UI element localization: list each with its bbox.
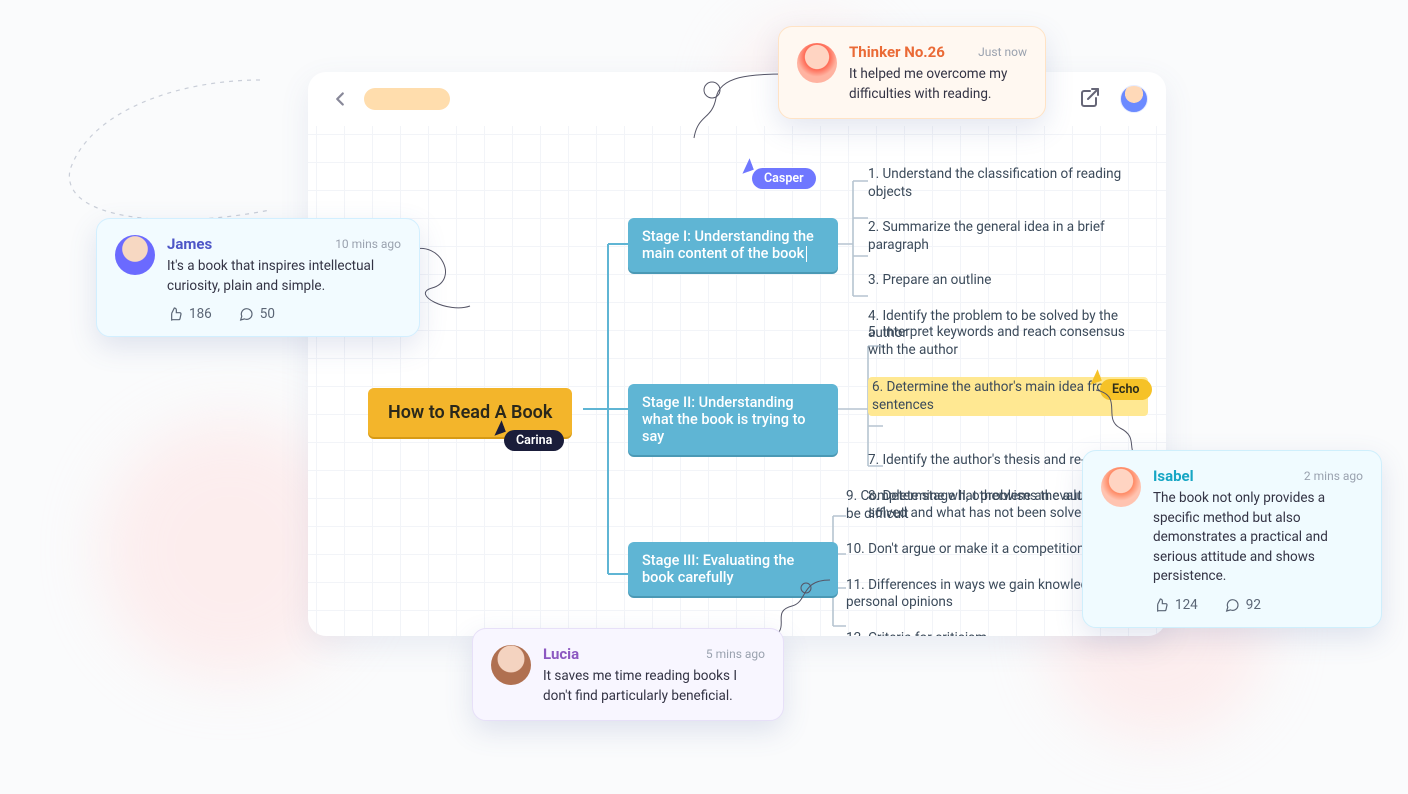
comment-timestamp: 10 mins ago: [335, 237, 401, 251]
avatar-icon: [797, 43, 837, 83]
comment-timestamp: 5 mins ago: [706, 647, 765, 661]
comment-card-isabel[interactable]: Isabel 2 mins ago The book not only prov…: [1082, 450, 1382, 628]
reply-button[interactable]: 50: [238, 306, 275, 322]
comment-author: Isabel: [1153, 467, 1194, 485]
connector-doodle: [690, 68, 790, 148]
comment-text: It helped me overcome my difficulties wi…: [849, 65, 1027, 104]
leaf-item[interactable]: 1. Understand the classification of read…: [868, 166, 1148, 201]
comment-author: Lucia: [543, 645, 579, 663]
leaf-item[interactable]: 2. Summarize the general idea in a brief…: [868, 219, 1148, 254]
back-button[interactable]: [326, 85, 354, 113]
reply-count: 92: [1246, 597, 1261, 613]
avatar-icon: [115, 235, 155, 275]
comment-card-thinker[interactable]: Thinker No.26 Just now It helped me over…: [778, 26, 1046, 119]
reply-count: 50: [260, 306, 275, 322]
comment-timestamp: 2 mins ago: [1304, 469, 1363, 483]
reply-button[interactable]: 92: [1224, 597, 1261, 613]
document-title-placeholder[interactable]: [364, 88, 450, 110]
like-count: 124: [1175, 597, 1198, 613]
like-button[interactable]: 124: [1153, 597, 1198, 613]
leaf-item[interactable]: 12. Criteria for criticism: [846, 630, 1142, 636]
collaborator-cursor-casper: Casper: [752, 168, 816, 189]
leaf-item[interactable]: 5. Interpret keywords and reach consensu…: [868, 324, 1148, 359]
mindmap-canvas[interactable]: How to Read A Book Stage I: Understandin…: [308, 126, 1166, 636]
comment-author: Thinker No.26: [849, 43, 945, 61]
mindmap-app-card: How to Read A Book Stage I: Understandin…: [308, 72, 1166, 636]
comment-card-lucia[interactable]: Lucia 5 mins ago It saves me time readin…: [472, 628, 784, 721]
comment-text: The book not only provides a specific me…: [1153, 489, 1363, 587]
comment-timestamp: Just now: [978, 45, 1027, 59]
share-button[interactable]: [1078, 85, 1106, 113]
stage-node-1[interactable]: Stage I: Understanding the main content …: [628, 218, 838, 272]
stage-node-2-label: Stage II: Understanding what the book is…: [642, 394, 806, 445]
collaborator-cursor-carina: Carina: [504, 430, 564, 451]
avatar-icon: [1101, 467, 1141, 507]
current-user-avatar[interactable]: [1120, 85, 1148, 113]
comment-author: James: [167, 235, 212, 253]
leaf-item[interactable]: 3. Prepare an outline: [868, 272, 1148, 290]
stage-node-1-label: Stage I: Understanding the main content …: [642, 228, 814, 262]
avatar-icon: [491, 645, 531, 685]
comment-card-james[interactable]: James 10 mins ago It's a book that inspi…: [96, 218, 420, 337]
comment-text: It's a book that inspires intellectual c…: [167, 257, 401, 296]
comment-text: It saves me time reading books I don't f…: [543, 667, 765, 706]
like-button[interactable]: 186: [167, 306, 212, 322]
stage-node-2[interactable]: Stage II: Understanding what the book is…: [628, 384, 838, 455]
like-count: 186: [189, 306, 212, 322]
